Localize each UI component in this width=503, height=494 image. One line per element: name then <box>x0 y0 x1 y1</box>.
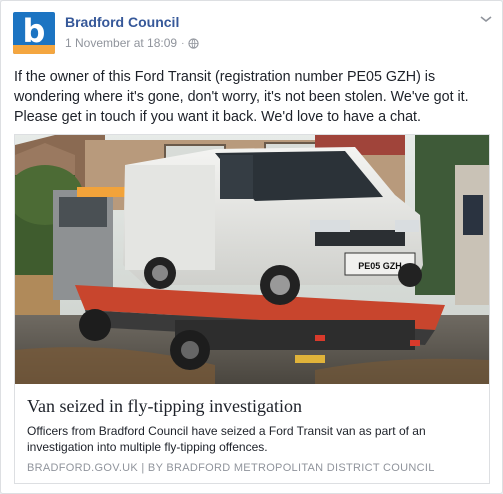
chevron-down-icon[interactable] <box>479 14 493 24</box>
link-title[interactable]: Van seized in fly-tipping investigation <box>27 396 302 417</box>
post-message: If the owner of this Ford Transit (regis… <box>14 69 469 125</box>
van-photo[interactable]: PE05 GZH <box>15 135 489 384</box>
number-plate: PE05 GZH <box>358 261 402 271</box>
meta-separator: · <box>181 37 185 49</box>
facebook-post-card: b Bradford Council 1 November at 18:09 ·… <box>0 0 503 494</box>
avatar-accent-bar <box>13 45 55 54</box>
post-header: b Bradford Council 1 November at 18:09 · <box>13 12 493 56</box>
post-meta: 1 November at 18:09 · <box>65 36 200 50</box>
page-name-link[interactable]: Bradford Council <box>65 14 179 30</box>
globe-icon[interactable] <box>188 37 200 49</box>
link-attachment[interactable]: PE05 GZH Van seized in fly-tipping inves… <box>14 134 490 484</box>
page-avatar[interactable]: b <box>13 12 55 54</box>
link-description: Officers from Bradford Council have seiz… <box>27 424 426 454</box>
link-source: BRADFORD.GOV.UK | BY BRADFORD METROPOLIT… <box>27 462 435 474</box>
post-timestamp[interactable]: 1 November at 18:09 <box>65 36 177 50</box>
